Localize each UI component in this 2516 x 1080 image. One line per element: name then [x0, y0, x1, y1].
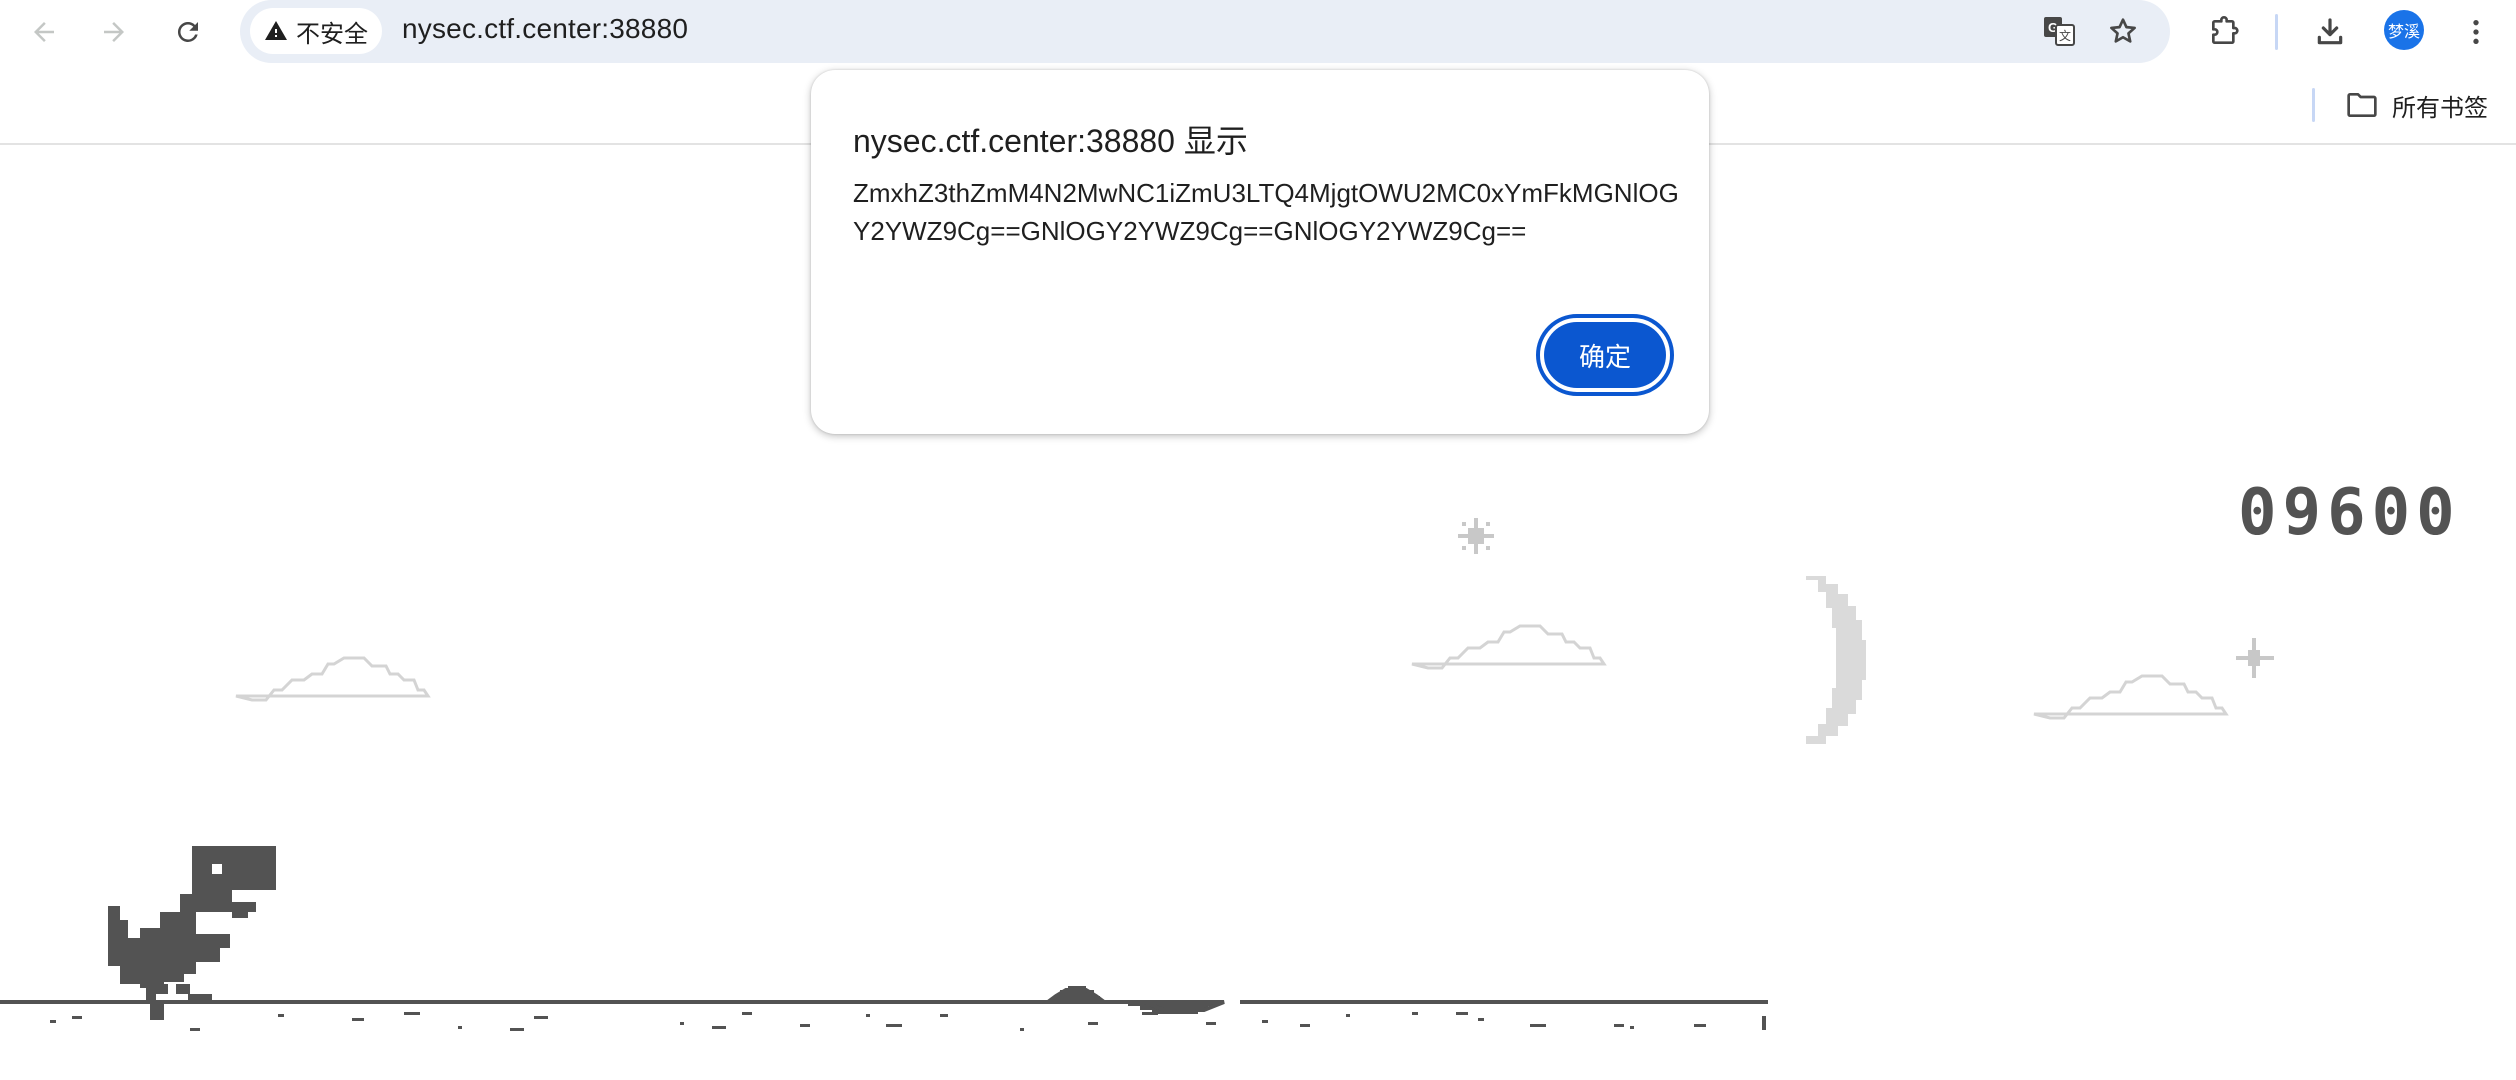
cloud-icon — [2033, 674, 2229, 720]
folder-icon — [2347, 93, 2377, 117]
cloud-icon — [235, 656, 431, 702]
dialog-message: ZmxhZ3thZmM4N2MwNC1iZmU3LTQ4MjgtOWU2MC0x… — [853, 178, 1679, 246]
browser-toolbar: 不安全 nysec.ctf.center:38880 G 文 梦溪 — [0, 0, 2516, 64]
back-button[interactable] — [20, 8, 68, 56]
url-text[interactable]: nysec.ctf.center:38880 — [402, 13, 688, 45]
dialog-title: nysec.ctf.center:38880 显示 — [853, 123, 1248, 159]
moon-icon — [1806, 576, 1866, 744]
security-label: 不安全 — [296, 20, 368, 48]
all-bookmarks-button[interactable]: 所有书签 — [2346, 84, 2488, 126]
puzzle-icon — [2212, 16, 2239, 44]
download-icon — [2317, 18, 2343, 45]
more-vertical-icon — [2473, 20, 2479, 44]
bookmarks-divider — [2312, 88, 2315, 122]
translate-button[interactable]: G 文 — [2036, 8, 2082, 54]
score-counter: 09600 — [2238, 476, 2461, 550]
dino-icon — [108, 846, 276, 1020]
arrow-right-icon — [104, 22, 124, 42]
reload-icon — [177, 21, 198, 42]
menu-button[interactable] — [2452, 8, 2500, 56]
ok-button[interactable]: 确定 — [1536, 314, 1674, 396]
cloud-icon — [1411, 624, 1607, 670]
warning-icon — [265, 21, 287, 40]
toolbar-divider — [2275, 14, 2278, 50]
all-bookmarks-label: 所有书签 — [2392, 94, 2488, 122]
reload-button[interactable] — [164, 8, 212, 56]
extensions-button[interactable] — [2200, 8, 2248, 56]
profile-avatar[interactable]: 梦溪 — [2384, 10, 2424, 50]
ok-button-label: 确定 — [1544, 322, 1666, 388]
downloads-button[interactable] — [2306, 8, 2354, 56]
star-sparkle-icon — [2236, 638, 2274, 678]
svg-text:文: 文 — [2059, 28, 2071, 43]
forward-button[interactable] — [90, 8, 138, 56]
translate-icon: G 文 — [2044, 17, 2075, 46]
alert-dialog: nysec.ctf.center:38880 显示 ZmxhZ3thZmM4N2… — [811, 70, 1709, 434]
horizon-ground — [0, 986, 1768, 1031]
star-icon — [2110, 18, 2136, 43]
bookmark-star-button[interactable] — [2100, 8, 2146, 54]
arrow-left-icon — [34, 22, 54, 42]
omnibox[interactable]: 不安全 nysec.ctf.center:38880 G 文 — [240, 0, 2170, 63]
star-sparkle-icon — [1458, 518, 1494, 554]
